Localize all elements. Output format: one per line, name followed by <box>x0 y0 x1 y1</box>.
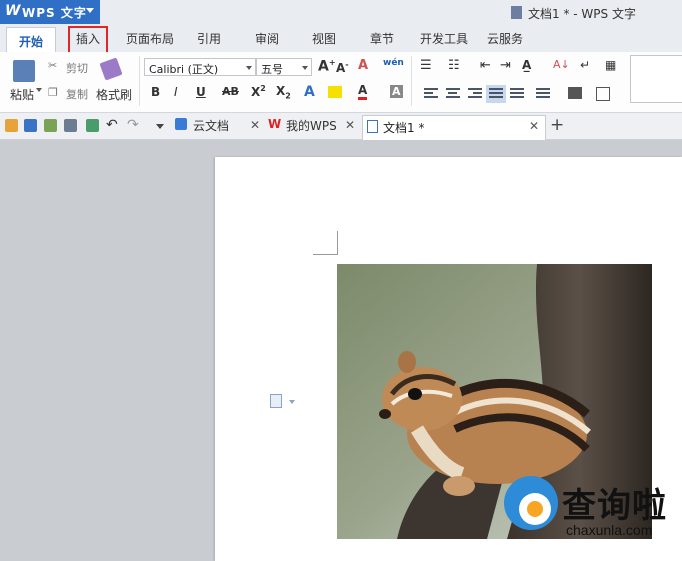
new-tab-icon[interactable]: + <box>550 115 564 135</box>
document-icon <box>367 120 378 133</box>
tab-references[interactable]: 引用 <box>197 30 221 47</box>
line-spacing-icon[interactable] <box>536 88 550 100</box>
justify-icon[interactable] <box>486 85 506 103</box>
sort-icon[interactable]: A↓ <box>553 58 570 71</box>
tab-cloud-service[interactable]: 云服务 <box>487 30 523 47</box>
copy-button[interactable]: 复制 <box>66 86 88 102</box>
doc-tab-label: 文档1 * <box>383 121 425 135</box>
decrease-indent-icon[interactable]: ⇤ <box>480 58 491 73</box>
borders-icon[interactable] <box>596 87 610 101</box>
pinyin-guide-icon[interactable]: wén <box>383 58 404 68</box>
cut-button[interactable]: 剪切 <box>66 60 88 76</box>
margin-marker <box>337 231 338 255</box>
margin-marker <box>313 254 338 255</box>
copy-icon: ❐ <box>48 86 58 99</box>
watermark-title: 查询啦 <box>562 486 667 526</box>
print-preview-icon[interactable] <box>86 119 99 132</box>
close-icon[interactable]: ✕ <box>529 119 539 133</box>
app-menu-button[interactable]: W WPS 文字 <box>0 0 100 24</box>
doc-tab-label: 云文档 <box>193 119 230 133</box>
bold-icon[interactable]: B <box>151 85 160 99</box>
redo-icon[interactable]: ↷ <box>127 117 139 133</box>
tab-label: 开始 <box>19 35 44 49</box>
character-shading-icon[interactable]: A <box>390 85 403 98</box>
font-family-select[interactable]: Calibri (正文) <box>144 58 256 76</box>
save-icon[interactable] <box>24 119 37 132</box>
window-title: 文档1 * - WPS 文字 <box>528 7 636 21</box>
grow-font-icon[interactable]: A+ <box>318 58 336 75</box>
bullet-list-icon[interactable]: ☰ <box>420 58 432 73</box>
tab-developer-tools[interactable]: 开发工具 <box>420 30 468 47</box>
export-pdf-icon[interactable] <box>44 119 57 132</box>
strikethrough-icon[interactable]: AB <box>222 85 239 98</box>
scissors-icon: ✂ <box>48 59 58 72</box>
font-family-value: Calibri (正文) <box>149 63 219 76</box>
chevron-down-icon[interactable] <box>289 400 295 404</box>
quick-access-bar <box>0 113 682 140</box>
tab-review[interactable]: 审阅 <box>255 30 279 47</box>
paragraph-shading-icon[interactable] <box>568 87 582 99</box>
font-size-value: 五号 <box>261 63 283 76</box>
magnifier-dot <box>527 501 543 517</box>
font-color-icon[interactable]: A <box>358 83 368 100</box>
close-icon[interactable]: ✕ <box>345 118 355 132</box>
app-name: WPS 文字 <box>22 6 87 20</box>
tab-section[interactable]: 章节 <box>370 30 394 47</box>
text-effect-icon[interactable]: A <box>304 84 315 100</box>
highlight-color-icon[interactable] <box>328 86 342 98</box>
chevron-down-icon[interactable] <box>156 124 164 129</box>
tab-view[interactable]: 视图 <box>312 30 336 47</box>
doc-tab-document1[interactable]: 文档1 * ✕ <box>362 115 546 140</box>
clear-format-icon[interactable]: A <box>358 58 368 73</box>
close-icon[interactable]: ✕ <box>250 118 260 132</box>
group-divider <box>411 56 412 106</box>
align-left-icon[interactable] <box>424 88 438 100</box>
chevron-down-icon[interactable] <box>36 88 42 92</box>
undo-icon[interactable]: ↶ <box>106 117 118 133</box>
insert-tab-highlight <box>68 26 108 54</box>
align-right-icon[interactable] <box>468 88 482 100</box>
show-marks-icon[interactable]: ↵ <box>580 58 590 72</box>
doc-tab-label: 我的WPS <box>286 119 337 133</box>
document-icon <box>511 6 522 19</box>
increase-indent-icon[interactable]: ⇥ <box>500 58 511 73</box>
subscript-icon[interactable]: X2 <box>276 84 291 100</box>
open-icon[interactable] <box>5 119 18 132</box>
magnifier-logo-icon <box>504 476 558 530</box>
wps-logo-icon: W <box>5 3 21 19</box>
group-divider <box>139 56 140 106</box>
cloud-icon <box>175 118 187 130</box>
paste-icon[interactable] <box>13 60 35 82</box>
italic-icon[interactable]: I <box>174 85 178 99</box>
paragraph-layout-icon[interactable] <box>270 394 282 408</box>
watermark-url: chaxunla.com <box>566 522 653 538</box>
underline-icon[interactable]: U <box>196 85 206 99</box>
shrink-font-icon[interactable]: A- <box>336 60 349 75</box>
tab-home[interactable]: 开始 <box>6 27 56 53</box>
print-icon[interactable] <box>64 119 77 132</box>
paste-button[interactable]: 粘贴 <box>10 86 34 103</box>
font-size-select[interactable]: 五号 <box>256 58 312 76</box>
numbered-list-icon[interactable]: ☷ <box>448 58 460 73</box>
tab-page-layout[interactable]: 页面布局 <box>126 30 174 47</box>
chinese-layout-icon[interactable]: A̲ <box>522 58 531 72</box>
align-center-icon[interactable] <box>446 88 460 100</box>
wps-logo-icon: W <box>268 117 282 131</box>
superscript-icon[interactable]: X2 <box>251 84 266 99</box>
styles-gallery[interactable] <box>630 55 682 103</box>
chevron-down-icon <box>86 8 94 13</box>
format-painter-button[interactable]: 格式刷 <box>96 86 132 103</box>
site-watermark: 查询啦 chaxunla.com <box>500 470 682 561</box>
table-border-icon[interactable]: ▦ <box>605 58 616 72</box>
distributed-align-icon[interactable] <box>510 88 524 100</box>
